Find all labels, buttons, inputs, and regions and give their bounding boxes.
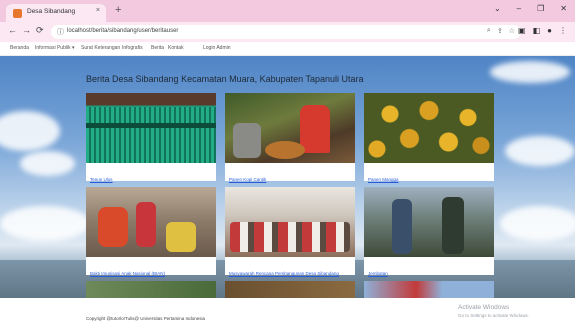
news-card[interactable]: Tenun Ulos [86, 93, 216, 182]
nav-informasi-publik[interactable]: Informasi Publik ▾ [35, 45, 74, 51]
footer-copyright: Copyright @tutorlorTulis@ Universitas Pe… [86, 316, 206, 321]
reload-button[interactable]: ⟳ [36, 25, 44, 36]
close-window-button[interactable]: ✕ [560, 4, 567, 13]
news-card[interactable]: Panen Kopi Cantik [225, 93, 355, 182]
tab-search-icon[interactable]: ⌄ [494, 4, 501, 13]
news-photo-mango-harvest[interactable] [364, 93, 494, 163]
news-card[interactable]: Bakti Imunisasi Anak Nasional (BIAN) [86, 187, 216, 276]
new-tab-button[interactable]: + [115, 4, 121, 16]
news-link-panen-kopi[interactable]: Panen Kopi Cantik [229, 177, 266, 182]
tab-title: Desa Sibandang [27, 8, 76, 15]
nav-infografis[interactable]: Infografis [122, 45, 143, 51]
close-tab-icon[interactable]: × [96, 7, 100, 14]
news-photo-village-meeting[interactable] [225, 187, 355, 257]
address-bar[interactable]: ⓘ localhost/berita/sibandang/user/berita… [51, 25, 521, 39]
news-link-tenun-ulos[interactable]: Tenun Ulos [90, 177, 113, 182]
minimize-button[interactable]: – [517, 4, 521, 13]
site-info-icon[interactable]: ⓘ [57, 27, 64, 37]
page-title: Berita Desa Sibandang Kecamatan Muara, K… [86, 74, 364, 84]
cloud-shape [0, 206, 90, 241]
browser-tab-bar: Desa Sibandang × + ⌄ – ❐ ✕ [0, 0, 575, 22]
browser-tab[interactable]: Desa Sibandang × [6, 4, 106, 22]
cloud-shape [505, 136, 575, 166]
news-photo-bridge[interactable] [364, 187, 494, 257]
share-icon[interactable]: ⇪ [497, 27, 503, 35]
news-link-jembatan[interactable]: Jembatan [368, 271, 388, 276]
sidebar-icon[interactable]: ◧ [533, 26, 541, 35]
browser-toolbar: ← → ⟳ ⓘ localhost/berita/sibandang/user/… [0, 22, 575, 42]
nav-surat-keterangan[interactable]: Surat Keterangan [81, 45, 120, 51]
news-photo[interactable] [86, 281, 216, 298]
zoom-icon[interactable]: ⌕ [487, 27, 491, 35]
activate-windows-title: Activate Windows [458, 304, 510, 311]
news-card[interactable]: Musyawarah Rencana Pembangunan Desa Siba… [225, 187, 355, 276]
news-card[interactable]: Jembatan [364, 187, 494, 276]
activate-windows-subtitle: Go to Settings to activate Windows. [458, 313, 530, 318]
news-card[interactable] [364, 281, 494, 298]
cloud-shape [0, 111, 60, 151]
news-card[interactable] [86, 281, 216, 298]
nav-login-admin[interactable]: Login Admin [203, 45, 231, 51]
forward-button[interactable]: → [22, 25, 31, 35]
news-photo-immunization[interactable] [86, 187, 216, 257]
site-footer: Copyright @tutorlorTulis@ Universitas Pe… [0, 298, 575, 334]
omnibox-actions: ⌕ ⇪ ☆ [487, 27, 515, 35]
back-button[interactable]: ← [8, 25, 17, 35]
site-navbar: Beranda Informasi Publik ▾ Surat Keteran… [0, 42, 575, 56]
news-photo-coffee-harvest[interactable] [225, 93, 355, 163]
news-photo[interactable] [364, 281, 494, 298]
cloud-shape [20, 151, 75, 176]
news-photo[interactable] [225, 281, 355, 298]
maximize-button[interactable]: ❐ [537, 4, 544, 13]
browser-menu-icon[interactable]: ⋮ [559, 26, 567, 35]
activate-windows-watermark: Activate Windows Go to Settings to activ… [458, 304, 529, 318]
site-favicon-icon [13, 9, 22, 18]
news-card[interactable] [225, 281, 355, 298]
extension-icon[interactable]: ▣ [518, 26, 526, 35]
nav-berita[interactable]: Berita [151, 45, 164, 51]
nav-kontak[interactable]: Kontak [168, 45, 184, 51]
profile-avatar-icon[interactable]: ● [547, 26, 552, 35]
bookmark-star-icon[interactable]: ☆ [509, 27, 515, 35]
cloud-shape [490, 61, 570, 83]
window-controls: ⌄ – ❐ ✕ [494, 4, 567, 13]
news-link-bian[interactable]: Bakti Imunisasi Anak Nasional (BIAN) [90, 271, 165, 276]
news-photo-weaving[interactable] [86, 93, 216, 163]
news-link-musyawarah[interactable]: Musyawarah Rencana Pembangunan Desa Siba… [229, 271, 339, 276]
nav-beranda[interactable]: Beranda [10, 45, 29, 51]
news-link-panen-mangga[interactable]: Panen Mangga [368, 177, 399, 182]
url-text[interactable]: localhost/berita/sibandang/user/beritaus… [67, 28, 178, 34]
extension-icons: ▣ ◧ ● ⋮ [518, 26, 567, 35]
news-card[interactable]: Panen Mangga [364, 93, 494, 182]
cloud-shape [500, 206, 575, 241]
